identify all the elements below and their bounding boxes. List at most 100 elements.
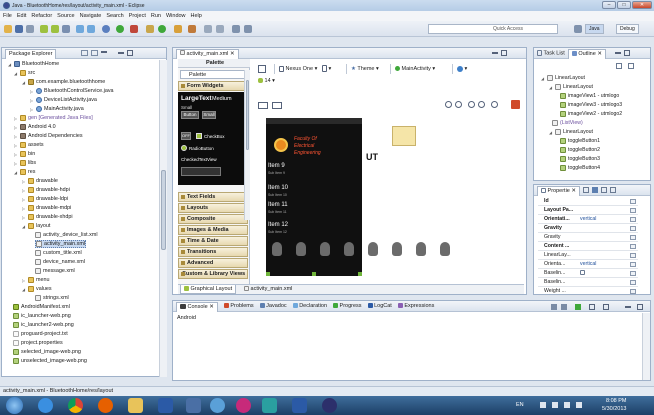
- lint-icon[interactable]: [62, 25, 70, 33]
- orientation-selector[interactable]: ▾: [322, 64, 338, 74]
- tree-item[interactable]: proguard-project.txt: [13, 330, 68, 338]
- palette-cat-layouts[interactable]: Layouts: [178, 203, 248, 213]
- tray-network-icon[interactable]: [552, 402, 558, 408]
- console-lock-icon[interactable]: [561, 304, 567, 310]
- resize-handle[interactable]: [312, 272, 316, 276]
- maximize-view-icon[interactable]: [637, 304, 643, 310]
- lint-warnings-icon[interactable]: [511, 100, 520, 109]
- tab-package-explorer[interactable]: Package Explorer: [5, 48, 57, 59]
- expand-arrow-icon[interactable]: ▷: [29, 98, 34, 103]
- maximize-button[interactable]: □: [617, 1, 631, 9]
- palette-cat-time-date[interactable]: Time & Date: [178, 236, 248, 246]
- list-item[interactable]: Item 12 Sub Item 12: [268, 222, 358, 240]
- tree-item[interactable]: ▷ libs: [13, 159, 36, 167]
- property-value[interactable]: vertical: [580, 216, 596, 223]
- checkbox-icon[interactable]: [196, 133, 202, 139]
- expand-arrow-icon[interactable]: ▷: [21, 188, 26, 193]
- lightbulb-icon[interactable]: [416, 242, 426, 256]
- console-open-icon[interactable]: [603, 304, 609, 310]
- new-icon[interactable]: [4, 25, 12, 33]
- word-icon[interactable]: [292, 398, 307, 413]
- outline-node[interactable]: ◢ LinearLayout: [548, 83, 593, 91]
- menu-help[interactable]: Help: [191, 13, 202, 19]
- widget-small-text[interactable]: Small: [181, 105, 192, 110]
- lightbulb-icon[interactable]: [440, 242, 450, 256]
- tree-item[interactable]: ◢ com.example.bluetoothhome: [21, 78, 105, 86]
- property-row[interactable]: Weight ...: [538, 288, 638, 296]
- zoom-in-icon[interactable]: [468, 101, 475, 108]
- list-item[interactable]: Item 11 Sub Item 11: [268, 202, 358, 220]
- widget-button[interactable]: Button: [181, 111, 199, 119]
- api-level-selector[interactable]: 14 ▾: [258, 77, 288, 86]
- widget-large-text[interactable]: LargeText: [181, 95, 212, 102]
- new-android-project-icon[interactable]: [76, 25, 84, 33]
- close-button[interactable]: ✕: [632, 1, 652, 9]
- annotation-next-icon[interactable]: [204, 25, 212, 33]
- outline-node[interactable]: toggleButton2: [560, 146, 600, 154]
- console-display-icon[interactable]: [589, 304, 595, 310]
- search-icon[interactable]: [188, 25, 196, 33]
- outline-node[interactable]: ◢ LinearLayout: [548, 128, 593, 136]
- expand-arrow-icon[interactable]: ◢: [548, 130, 553, 135]
- property-row[interactable]: Gravity: [538, 225, 638, 233]
- tree-item[interactable]: ◢ values: [21, 285, 52, 293]
- back-icon[interactable]: [232, 25, 240, 33]
- property-edit-button[interactable]: [630, 289, 636, 294]
- tab-javadoc[interactable]: Javadoc: [259, 303, 287, 309]
- locale-selector[interactable]: ▾: [452, 64, 472, 74]
- property-edit-button[interactable]: [630, 199, 636, 204]
- debug-icon[interactable]: [102, 25, 110, 33]
- property-edit-button[interactable]: [630, 271, 636, 276]
- expand-arrow-icon[interactable]: ▷: [13, 143, 18, 148]
- outline-node[interactable]: imageView1 - utmlogo: [560, 92, 619, 100]
- app-icon[interactable]: [186, 398, 201, 413]
- tree-item[interactable]: message.xml: [35, 267, 75, 275]
- property-row[interactable]: Content ...: [538, 243, 638, 251]
- ie-icon[interactable]: [38, 398, 53, 413]
- widget-medium-text[interactable]: Medium: [212, 96, 232, 102]
- tree-item[interactable]: ▷ Android 4.0: [13, 123, 56, 131]
- tab-problems[interactable]: Problems: [223, 303, 254, 309]
- property-edit-button[interactable]: [630, 280, 636, 285]
- chrome-icon[interactable]: [68, 398, 83, 413]
- property-row[interactable]: Layout Pa...: [538, 207, 638, 215]
- link-icon[interactable]: [262, 398, 277, 413]
- property-row[interactable]: Id: [538, 198, 638, 206]
- lightbulb-icon[interactable]: [392, 242, 402, 256]
- property-value[interactable]: [580, 270, 585, 278]
- widget-toggle-button[interactable]: OFF: [181, 132, 191, 140]
- expand-arrow-icon[interactable]: ▷: [13, 152, 18, 157]
- property-edit-button[interactable]: [630, 262, 636, 267]
- tree-item[interactable]: device_name.xml: [35, 258, 85, 266]
- expand-arrow-icon[interactable]: ▷: [21, 179, 26, 184]
- expand-arrow-icon[interactable]: ◢: [7, 62, 12, 67]
- properties-expand-icon[interactable]: [601, 187, 607, 193]
- palette-cat-images-media[interactable]: Images & Media: [178, 225, 248, 235]
- tray-power-icon[interactable]: [564, 402, 570, 408]
- tree-item[interactable]: ▷ menu: [21, 276, 50, 284]
- minimize-view-icon[interactable]: [118, 52, 125, 54]
- new-java-class-icon[interactable]: [158, 25, 166, 33]
- expand-arrow-icon[interactable]: ◢: [548, 85, 553, 90]
- tray-volume-icon[interactable]: [576, 402, 582, 408]
- tree-item[interactable]: selected_image-web.png: [13, 348, 81, 356]
- expand-arrow-icon[interactable]: ▷: [13, 116, 18, 121]
- property-edit-button[interactable]: [630, 244, 636, 249]
- tree-item[interactable]: ▷ drawable-ldpi: [21, 195, 68, 203]
- package-explorer-scrollbar[interactable]: [159, 60, 167, 377]
- expand-arrow-icon[interactable]: ◢: [21, 80, 26, 85]
- tab-outline[interactable]: Outline ✕: [567, 48, 606, 59]
- link-editor-icon[interactable]: [91, 50, 99, 56]
- annotation-prev-icon[interactable]: [216, 25, 224, 33]
- start-button-icon[interactable]: [6, 397, 23, 414]
- console-clear-icon[interactable]: [551, 304, 557, 310]
- zoom-out-icon[interactable]: [478, 101, 485, 108]
- lightbulb-icon[interactable]: [320, 242, 330, 256]
- print-icon[interactable]: [26, 25, 34, 33]
- emulate-real-size-icon[interactable]: [258, 102, 268, 109]
- palette-cat-transitions[interactable]: Transitions: [178, 247, 248, 257]
- resize-handle[interactable]: [266, 272, 270, 276]
- firefox-icon[interactable]: [98, 398, 113, 413]
- tab-graphical-layout[interactable]: Graphical Layout: [180, 285, 237, 294]
- tree-item[interactable]: ◢ layout: [21, 222, 50, 230]
